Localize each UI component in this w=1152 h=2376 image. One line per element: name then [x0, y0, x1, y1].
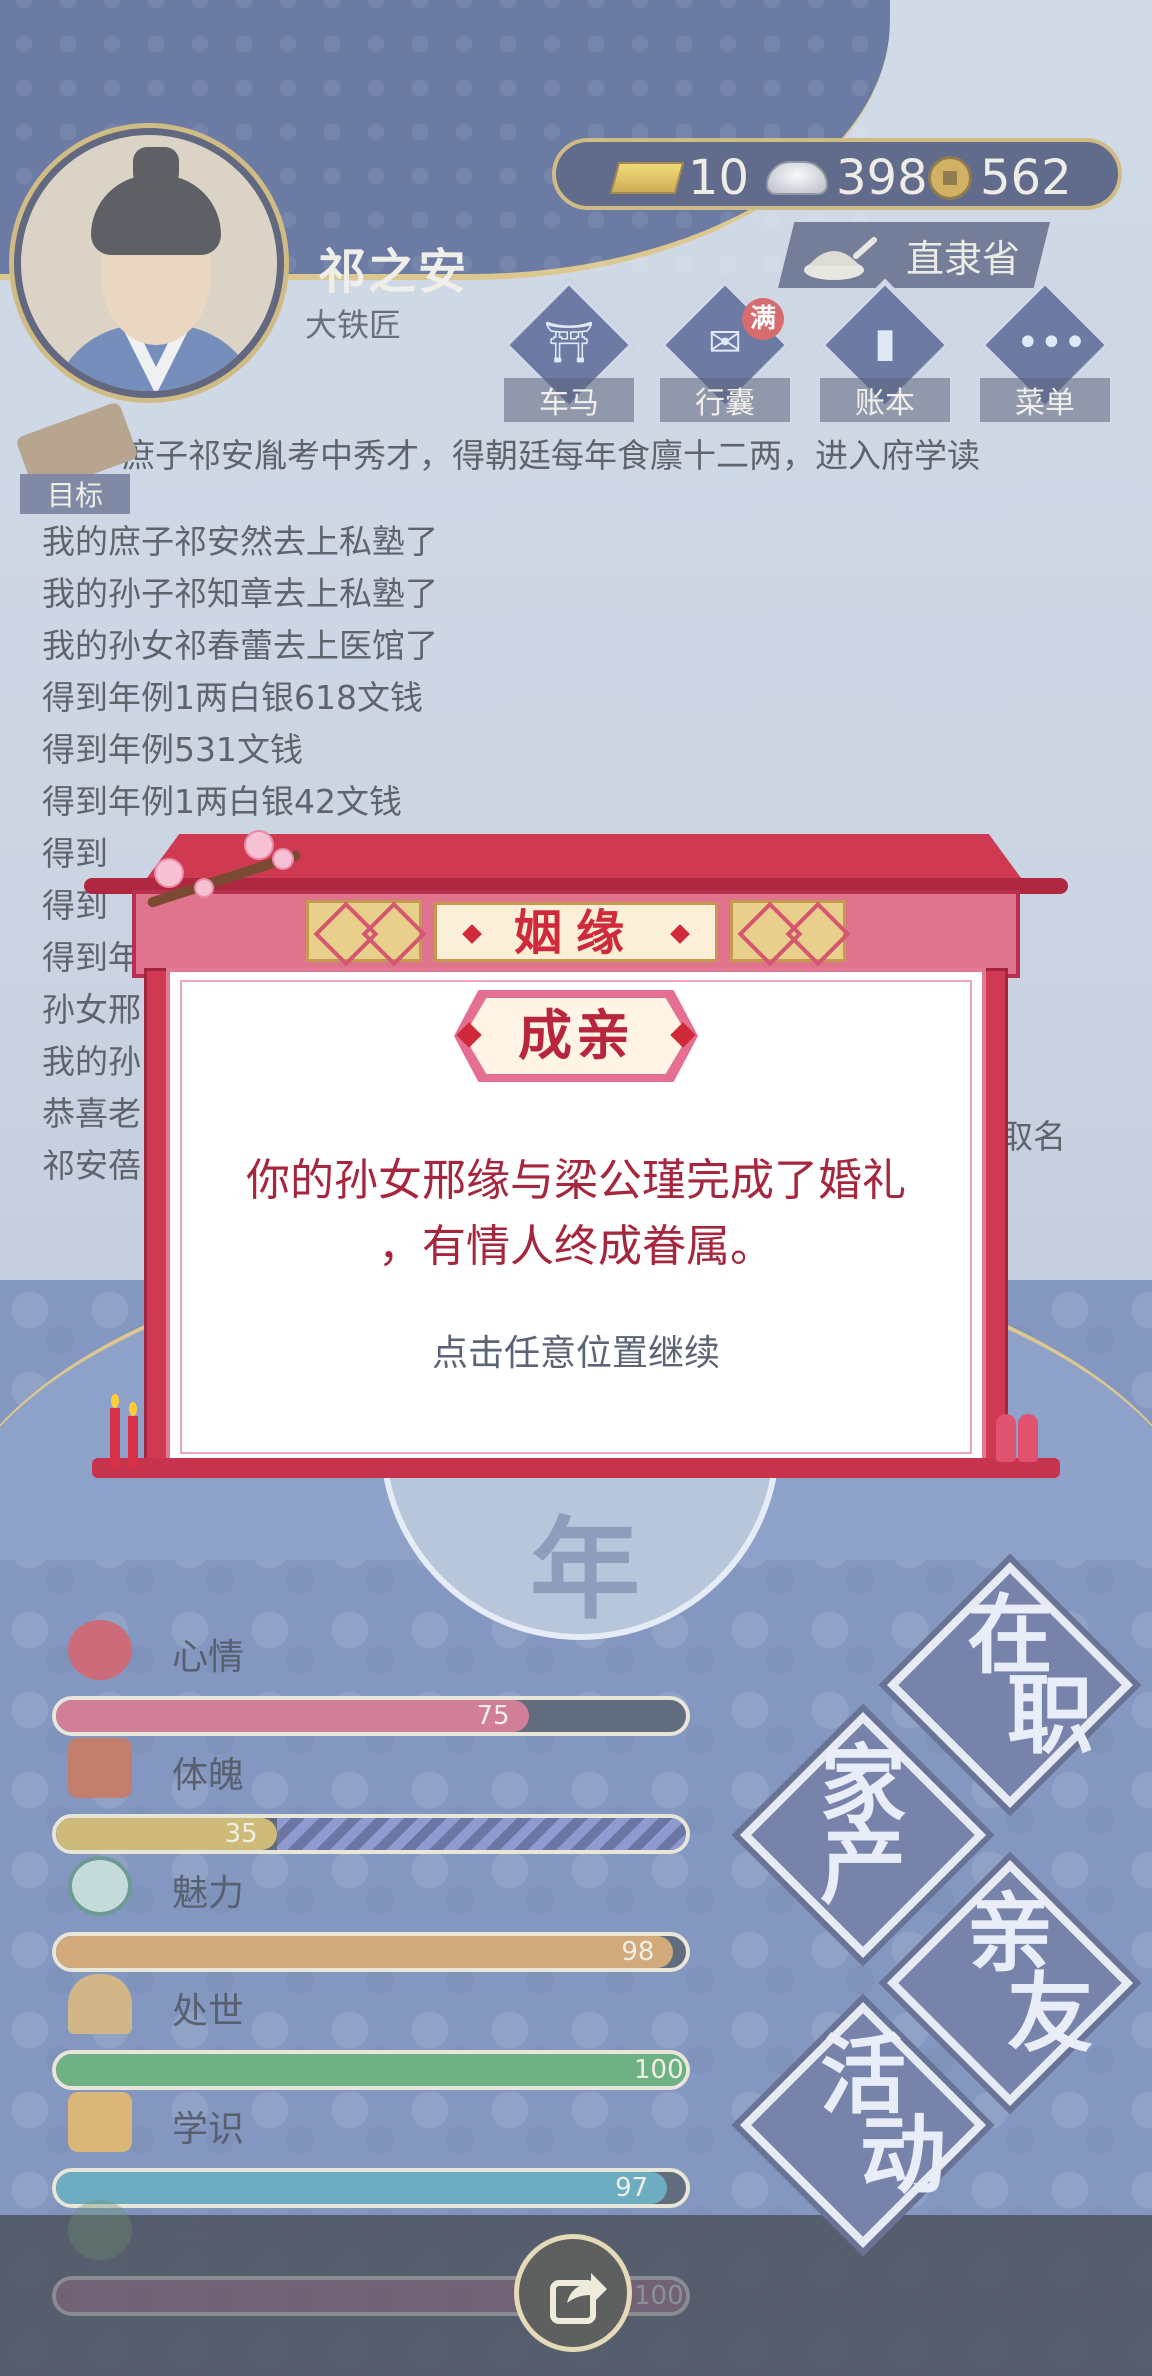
dialog-base — [92, 1458, 1060, 1478]
candle-icon — [128, 1402, 138, 1468]
dialog-category: 姻缘 — [513, 905, 638, 961]
event-title: 成亲 — [518, 1004, 634, 1067]
event-message-line: ，有情人终成眷属。 — [378, 1221, 774, 1272]
plaque-dot — [670, 924, 690, 944]
event-badge: 成亲 — [454, 990, 698, 1082]
event-message-line: 你的孙女邢缘与梁公瑾完成了婚礼 — [246, 1155, 906, 1206]
blossom-petal — [244, 830, 274, 860]
figurine-icon — [996, 1414, 1016, 1462]
blossom-petal — [154, 858, 184, 888]
dialog-category-plaque: 姻缘 — [434, 902, 718, 962]
blossom-petal — [272, 848, 294, 870]
lattice-ornament — [730, 900, 846, 962]
plaque-dot — [462, 924, 482, 944]
figurine-icon — [1018, 1414, 1038, 1462]
plum-blossom-decoration — [104, 818, 324, 928]
continue-hint[interactable]: 点击任意位置继续 — [204, 1324, 948, 1376]
candle-icon — [110, 1394, 120, 1468]
game-screen: 年 祁之安 大铁匠 10 398 562 直隶省 ⛩ 车马 ✉ 满 行囊 ▮ 账… — [0, 0, 1152, 2376]
blossom-petal — [194, 878, 214, 898]
event-message: 你的孙女邢缘与梁公瑾完成了婚礼 ，有情人终成眷属。 — [204, 1148, 948, 1280]
marriage-event-dialog[interactable]: 姻缘 成亲 你的孙女邢缘与梁公瑾完成了婚礼 ，有情人终成眷属。 点击任意位置继续 — [84, 818, 1068, 1478]
